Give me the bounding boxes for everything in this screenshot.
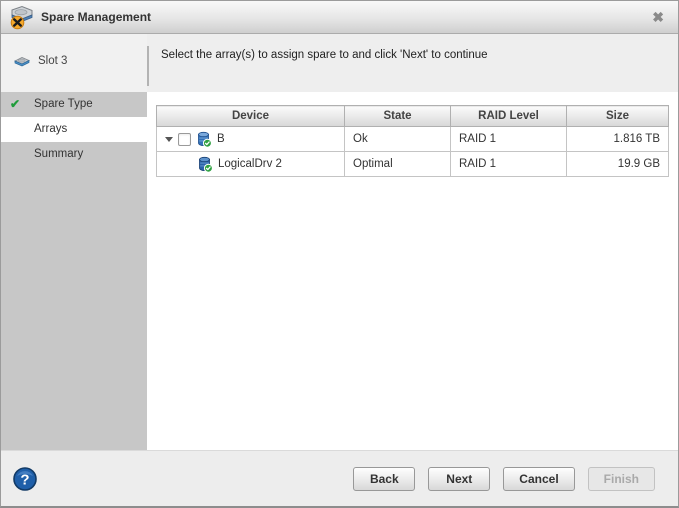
logical-drive-icon	[197, 156, 213, 173]
dialog-title: Spare Management	[41, 10, 151, 24]
green-checkmark-icon: ✔	[10, 92, 20, 117]
state-cell: Optimal	[345, 152, 451, 177]
help-icon[interactable]: ?	[13, 467, 37, 491]
step-summary[interactable]: Summary	[1, 142, 147, 167]
instruction-text: Select the array(s) to assign spare to a…	[147, 34, 678, 92]
triangle-down-icon[interactable]	[165, 137, 173, 142]
array-drive-icon	[196, 131, 212, 148]
table-row-array-b[interactable]: B Ok RAID 1 1.816 TB	[157, 127, 669, 152]
next-button[interactable]: Next	[428, 467, 490, 491]
step-label: Summary	[34, 148, 83, 160]
step-arrays[interactable]: Arrays	[1, 117, 147, 142]
cancel-button[interactable]: Cancel	[503, 467, 574, 491]
wizard-steps: ✔ Spare Type Arrays Summary	[1, 92, 147, 450]
step-spare-type[interactable]: ✔ Spare Type	[1, 92, 147, 117]
step-label: Arrays	[34, 123, 67, 135]
wizard-buttons: Back Next Cancel Finish	[353, 467, 655, 491]
column-header-size[interactable]: Size	[567, 106, 669, 127]
main-panel: Select the array(s) to assign spare to a…	[147, 34, 678, 450]
table-header-row: Device State RAID Level Size	[157, 106, 669, 127]
close-icon[interactable]: ✖	[648, 8, 668, 26]
footer-bar: ? Back Next Cancel Finish	[1, 450, 678, 506]
content-area: Device State RAID Level Size	[147, 92, 678, 450]
title-bar: Spare Management ✖	[1, 1, 678, 34]
table-row-logicaldrv-2[interactable]: LogicalDrv 2 Optimal RAID 1 19.9 GB	[157, 152, 669, 177]
state-cell: Ok	[345, 127, 451, 152]
hard-disk-tools-icon	[8, 5, 34, 30]
wizard-sidebar: Slot 3 ✔ Spare Type Arrays Summary	[1, 34, 147, 450]
size-cell: 19.9 GB	[567, 152, 669, 177]
column-header-device[interactable]: Device	[157, 106, 345, 127]
column-header-raid-level[interactable]: RAID Level	[451, 106, 567, 127]
step-label: Spare Type	[34, 98, 93, 110]
slot-header: Slot 3	[1, 34, 147, 92]
device-name: B	[217, 133, 225, 145]
column-header-state[interactable]: State	[345, 106, 451, 127]
array-checkbox[interactable]	[178, 133, 191, 146]
dialog-body: Slot 3 ✔ Spare Type Arrays Summary Selec…	[1, 34, 678, 450]
spare-management-dialog: Spare Management ✖ Slot 3 ✔ Spare Type	[0, 0, 679, 508]
svg-text:?: ?	[20, 471, 29, 488]
size-cell: 1.816 TB	[567, 127, 669, 152]
raid-level-cell: RAID 1	[451, 152, 567, 177]
device-name: LogicalDrv 2	[218, 158, 282, 170]
raid-level-cell: RAID 1	[451, 127, 567, 152]
finish-button[interactable]: Finish	[588, 467, 655, 491]
hard-disk-icon	[13, 55, 31, 68]
array-table: Device State RAID Level Size	[156, 105, 669, 177]
slot-label: Slot 3	[38, 55, 67, 67]
back-button[interactable]: Back	[353, 467, 415, 491]
